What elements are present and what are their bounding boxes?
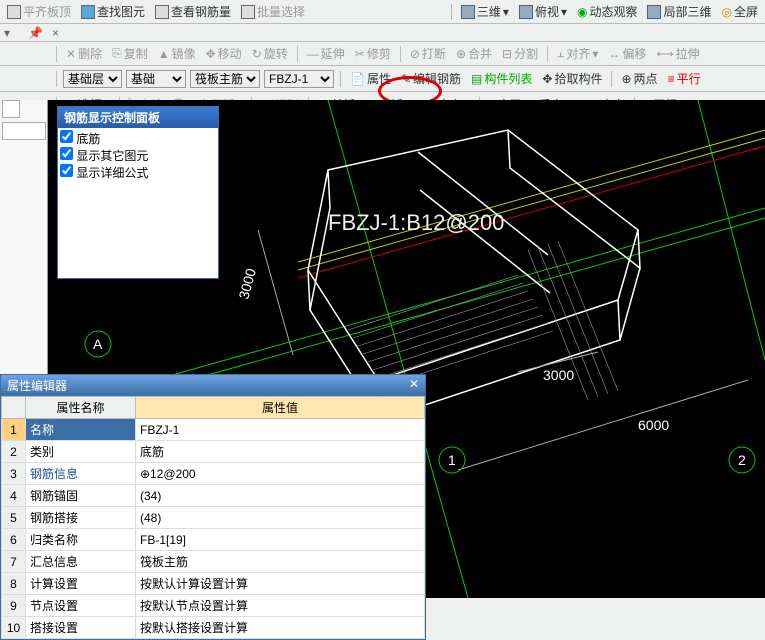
stretch-button[interactable]: ⟷拉伸 [653,44,702,63]
category-select[interactable]: 基础 [126,70,186,88]
break-button[interactable]: ⊘打断 [407,44,449,63]
close-icon[interactable]: ✕ [409,377,419,394]
view-rebar-button[interactable]: 查看钢筋量 [152,2,234,21]
property-editor-title: 属性编辑器 [7,377,67,394]
rebar-opt-formula[interactable]: 显示详细公式 [60,164,216,181]
property-row[interactable]: 3钢筋信息⊕12@200 [2,463,425,485]
copy-button[interactable]: ⎘复制 [109,44,151,63]
col-name: 属性名称 [26,397,136,419]
grid-bubble-a: A [93,336,103,352]
rebar-opt-bottom[interactable]: 底筋 [60,130,216,147]
rebar-panel-title: 钢筋显示控制面板 [58,107,218,128]
move-button[interactable]: ✥移动 [203,44,245,63]
property-row[interactable]: 10搭接设置按默认搭接设置计算 [2,617,425,639]
property-table: 属性名称属性值 1名称FBZJ-12类别底筋3钢筋信息⊕12@2004钢筋锚固(… [1,396,425,639]
toolbar-view: 平齐板顶 查找图元 查看钢筋量 批量选择 三维▾ 俯视▾ ◉动态观察 局部三维 … [0,0,765,24]
toolbar-edit: ✕删除 ⎘复制 ▲镜像 ✥移动 ↻旋转 —延伸 ✂修剪 ⊘打断 ⊕合并 ⊟分割 … [0,42,765,66]
property-row[interactable]: 5钢筋搭接(48) [2,507,425,529]
align-top-button[interactable]: 平齐板顶 [4,2,74,21]
property-row[interactable]: 8计算设置按默认计算设置计算 [2,573,425,595]
member-id-select[interactable]: FBZJ-1 [264,70,334,88]
cube-icon [461,5,475,19]
property-editor: 属性编辑器 ✕ 属性名称属性值 1名称FBZJ-12类别底筋3钢筋信息⊕12@2… [0,374,426,640]
trim-button[interactable]: ✂修剪 [352,44,394,63]
pin-icon[interactable]: 📌 [28,26,48,40]
perspective-button[interactable]: 俯视▾ [516,2,570,21]
rotate-button[interactable]: ↻旋转 [249,44,291,63]
merge-button[interactable]: ⊕合并 [453,44,495,63]
dim-h1: 3000 [543,367,574,383]
offset-button[interactable]: ↔偏移 [605,44,649,63]
dynamic-observe-button[interactable]: ◉动态观察 [574,2,641,21]
pick-member-button[interactable]: ✥拾取构件 [539,69,605,88]
fullscreen-button[interactable]: ◎全屏 [719,2,762,21]
orbit-icon: ◉ [577,5,587,19]
two-point-button[interactable]: ⊕两点 [618,69,660,88]
toolbar-context: 基础层 基础 筏板主筋 FBZJ-1 📄属性 ✎编辑钢筋 ▤构件列表 ✥拾取构件… [0,66,765,92]
mirror-button[interactable]: ▲镜像 [155,44,199,63]
batch-select-button[interactable]: 批量选择 [238,2,308,21]
dropdown-icon[interactable]: ▾ [4,26,24,40]
property-row[interactable]: 7汇总信息筏板主筋 [2,551,425,573]
extend-button[interactable]: —延伸 [304,44,348,63]
rebar-icon [155,5,169,19]
delete-button[interactable]: ✕删除 [63,44,105,63]
local-3d-button[interactable]: 局部三维 [644,2,714,21]
edit-rebar-button[interactable]: ✎编辑钢筋 [398,69,464,88]
dim-h2: 6000 [638,417,669,433]
layer-select[interactable]: 基础层 [63,70,122,88]
close-mini-icon[interactable]: × [52,26,72,40]
dim-vertical: 3000 [235,266,259,300]
property-row[interactable]: 4钢筋锚固(34) [2,485,425,507]
subcategory-select[interactable]: 筏板主筋 [190,70,260,88]
3d-button[interactable]: 三维▾ [458,2,512,21]
rebar-display-panel: 钢筋显示控制面板 底筋 显示其它图元 显示详细公式 [57,106,219,279]
batch-icon [241,5,255,19]
property-row[interactable]: 2类别底筋 [2,441,425,463]
fullscreen-icon: ◎ [722,5,732,19]
rebar-label: FBZJ-1:B12@200 [328,210,504,235]
col-value: 属性值 [136,397,425,419]
persp-icon [519,5,533,19]
member-list-button[interactable]: ▤构件列表 [468,69,535,88]
grid-bubble-1: 1 [448,452,456,468]
toolbar-mini: ▾ 📌 × [0,24,765,42]
split-button[interactable]: ⊟分割 [499,44,541,63]
grid-bubble-2: 2 [738,452,746,468]
find-element-button[interactable]: 查找图元 [78,2,148,21]
local3d-icon [647,5,661,19]
property-row[interactable]: 1名称FBZJ-1 [2,419,425,441]
attributes-button[interactable]: 📄属性 [347,69,394,88]
align-icon [7,5,21,19]
align-button[interactable]: ⫠对齐▾ [554,44,601,63]
find-icon [81,5,95,19]
property-row[interactable]: 6归类名称FB-1[19] [2,529,425,551]
parallel-button[interactable]: ≡平行 [665,69,704,88]
rebar-opt-other[interactable]: 显示其它图元 [60,147,216,164]
sidebar-tab[interactable] [2,100,20,118]
sidebar-search[interactable] [2,122,46,140]
